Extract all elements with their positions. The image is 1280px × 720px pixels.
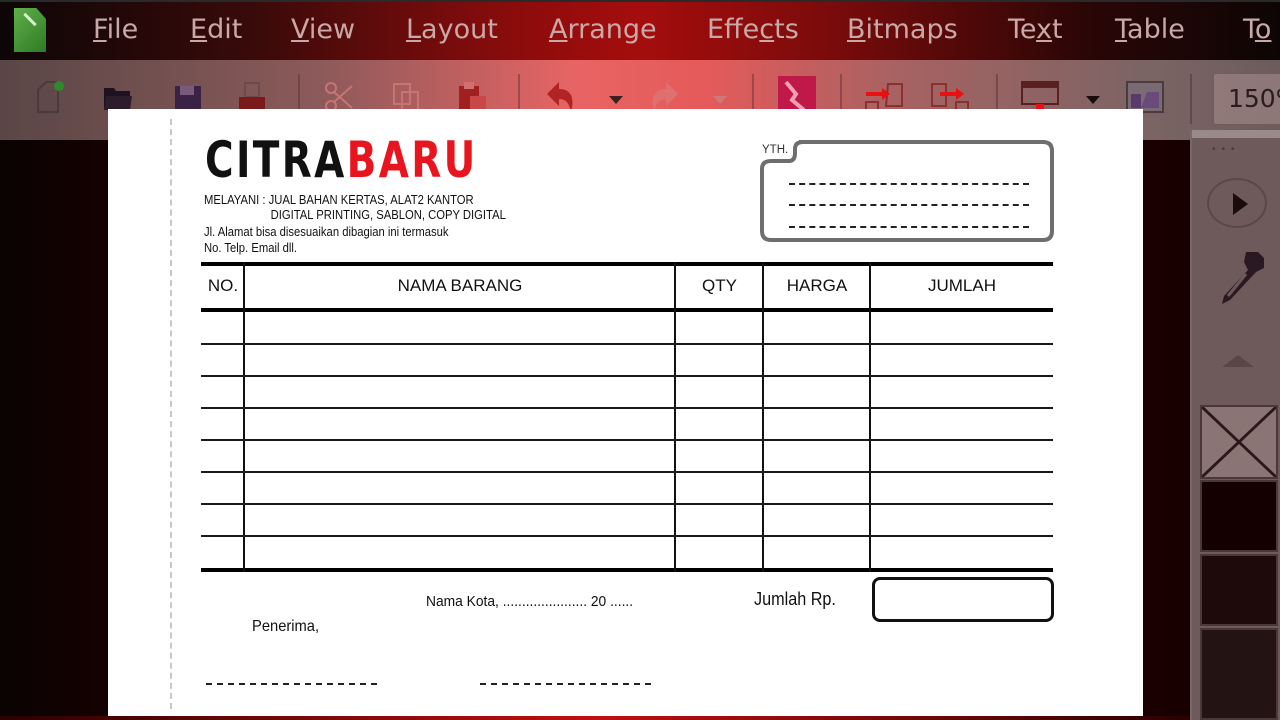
undo-dropdown-caret-icon[interactable] (609, 96, 623, 104)
table-bottom-border (201, 568, 1053, 572)
table-row[interactable] (201, 536, 1053, 568)
services-line-2: DIGITAL PRINTING, SABLON, COPY DIGITAL (270, 208, 506, 222)
table-row[interactable] (201, 408, 1053, 440)
table-top-border (201, 262, 1053, 266)
palette-scroll-up-icon[interactable] (1222, 355, 1254, 367)
canvas-bottom-edge (0, 716, 1190, 720)
menu-bitmaps-mnemonic: B (847, 14, 866, 45)
color-swatch[interactable] (1200, 628, 1278, 720)
play-icon[interactable] (1207, 178, 1267, 228)
menu-file-label: ile (106, 14, 139, 45)
menu-text-pre: Te (1008, 14, 1037, 45)
menu-view-mnemonic: V (291, 14, 309, 45)
table-row[interactable] (201, 312, 1053, 344)
table-row[interactable] (201, 440, 1053, 472)
color-swatch[interactable] (1200, 554, 1278, 626)
menu-effects-label: ts (774, 14, 799, 45)
redo-dropdown-caret-icon[interactable] (713, 96, 727, 104)
menu-arrange[interactable]: Arrange (549, 14, 657, 45)
receiver-signature-line[interactable] (206, 683, 380, 685)
services-line-1: MELAYANI : JUAL BAHAN KERTAS, ALAT2 KANT… (204, 193, 474, 207)
menu-layout[interactable]: Layout (406, 14, 498, 45)
menu-table[interactable]: Table (1115, 14, 1185, 45)
docker-handle[interactable] (1192, 130, 1280, 138)
menu-edit-mnemonic: E (190, 14, 208, 45)
menu-view[interactable]: View (291, 14, 355, 45)
menu-layout-mnemonic: L (406, 14, 422, 45)
menu-text-mnemonic: x (1036, 14, 1053, 45)
brand-part-red: BARU (346, 131, 478, 189)
new-document-icon[interactable] (34, 80, 66, 114)
table-row[interactable] (201, 376, 1053, 408)
brand-part-black: CITRA (205, 131, 347, 189)
total-label: Jumlah Rp. (754, 589, 836, 609)
menu-arrange-label: rrange (567, 14, 657, 45)
menu-effects-mnemonic: c (759, 14, 775, 45)
column-header-nama-barang: NAMA BARANG (397, 276, 523, 295)
column-header-no: NO. (207, 276, 239, 295)
menu-arrange-mnemonic: A (549, 14, 568, 45)
menu-text-label: t (1052, 14, 1063, 45)
column-header-jumlah: JUMLAH (927, 276, 996, 295)
table-row[interactable] (201, 504, 1053, 536)
menu-edit[interactable]: Edit (190, 14, 242, 45)
perforation-line (170, 119, 172, 709)
no-color-swatch[interactable] (1200, 405, 1278, 479)
document-page[interactable]: CITRABARU MELAYANI : JUAL BAHAN KERTAS, … (108, 109, 1143, 717)
app-launcher-dropdown-caret-icon[interactable] (1086, 96, 1100, 104)
color-palette-docker: ••• (1190, 130, 1280, 720)
menu-tools-mnemonic: o (1254, 14, 1272, 45)
menu-view-label: iew (308, 14, 356, 45)
table-row[interactable] (201, 344, 1053, 376)
sender-signature-line[interactable] (480, 683, 654, 685)
menu-effects-pre: Effe (707, 14, 760, 45)
menu-bitmaps[interactable]: Bitmaps (847, 14, 958, 45)
city-date-field: Nama Kota, ...................... 20 ...… (426, 593, 634, 610)
eyedropper-icon[interactable] (1214, 248, 1268, 308)
column-header-qty: QTY (702, 276, 737, 295)
color-swatch[interactable] (1200, 480, 1278, 552)
menu-tools-pre: T (1243, 14, 1255, 45)
address-text: Jl. Alamat bisa disesuaikan dibagian ini… (204, 224, 449, 256)
menu-edit-label: dit (207, 14, 243, 45)
menu-table-mnemonic: T (1115, 14, 1128, 45)
zoom-level-combobox[interactable]: 150% (1213, 73, 1280, 125)
menu-table-label: able (1127, 14, 1185, 45)
table-row[interactable] (201, 472, 1053, 504)
menu-file-mnemonic: F (93, 14, 107, 45)
toolbar-separator (1190, 74, 1192, 124)
address-line-1: Jl. Alamat bisa disesuaikan dibagian ini… (204, 225, 449, 239)
total-amount-box[interactable] (872, 577, 1054, 622)
grip-dots-icon: ••• (1212, 144, 1241, 155)
menu-effects[interactable]: Effects (707, 14, 799, 45)
recipient-line-2[interactable] (789, 204, 1029, 206)
services-text: MELAYANI : JUAL BAHAN KERTAS, ALAT2 KANT… (204, 193, 506, 223)
recipient-label: YTH. (762, 144, 789, 156)
recipient-line-1[interactable] (789, 183, 1029, 185)
menu-text[interactable]: Text (1008, 14, 1063, 45)
menu-layout-label: ayout (421, 14, 498, 45)
coreldraw-logo-icon (14, 8, 46, 52)
menu-tools[interactable]: To (1243, 14, 1271, 45)
menu-bar: File Edit View Layout Arrange Effects Bi… (0, 0, 1280, 60)
receiver-label: Penerima, (252, 618, 320, 635)
column-header-harga: HARGA (786, 276, 848, 295)
recipient-line-3[interactable] (789, 226, 1029, 228)
address-line-2: No. Telp. Email dll. (204, 241, 297, 255)
menu-bitmaps-label: itmaps (865, 14, 958, 45)
company-logo: CITRABARU (205, 135, 478, 185)
menu-file[interactable]: File (93, 14, 138, 45)
